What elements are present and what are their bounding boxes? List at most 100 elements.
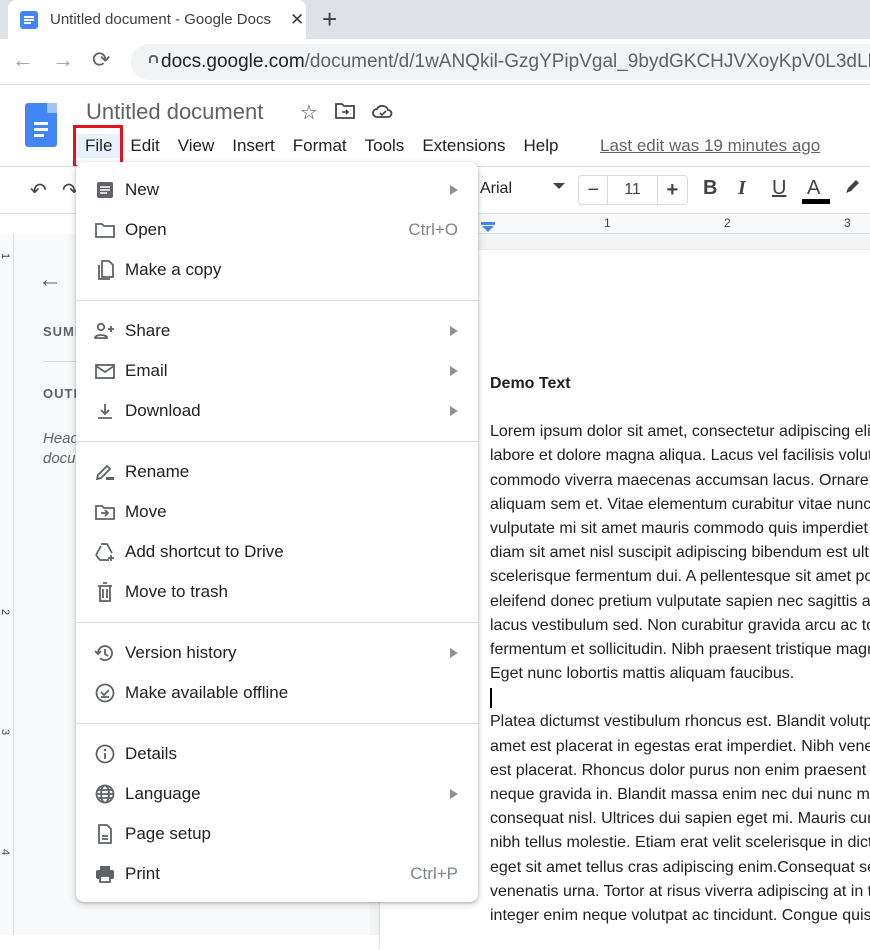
menu-item-page-setup[interactable]: Page setup xyxy=(76,814,478,854)
menu-bar: File Edit View Insert Format Tools Exten… xyxy=(76,134,567,158)
ruler-mark: 1 xyxy=(0,252,12,260)
menu-insert[interactable]: Insert xyxy=(223,134,284,158)
text-line: venenatis urna. Tortor at risus viverra … xyxy=(490,882,870,900)
page-icon xyxy=(92,823,118,845)
history-icon xyxy=(92,642,118,664)
new-tab-button[interactable]: + xyxy=(322,4,337,35)
text-line: aliquam sem et. Vitae elementum curabitu… xyxy=(490,495,870,513)
browser-tab[interactable]: Untitled document - Google Docs ✕ xyxy=(8,0,306,39)
font-name-select[interactable]: Arial xyxy=(480,180,512,198)
submenu-arrow-icon xyxy=(450,789,458,799)
text-color-button[interactable]: A xyxy=(807,177,820,200)
submenu-arrow-icon xyxy=(450,185,458,195)
increase-font-size-button[interactable]: + xyxy=(658,176,687,204)
menu-format[interactable]: Format xyxy=(284,134,356,158)
undo-icon[interactable]: ↶ xyxy=(30,178,47,203)
indent-marker-icon[interactable] xyxy=(480,220,496,232)
menu-item-label: Open xyxy=(125,220,167,239)
menu-item-label: Page setup xyxy=(125,824,212,843)
cloud-saved-icon[interactable] xyxy=(372,102,394,125)
italic-button[interactable]: I xyxy=(738,177,746,200)
reload-icon[interactable]: ⟳ xyxy=(92,47,110,73)
back-arrow-icon[interactable]: ← xyxy=(12,47,34,73)
text-line: Lorem ipsum dolor sit amet, consectetur … xyxy=(490,423,870,441)
mail-icon xyxy=(92,360,118,382)
menu-item-share[interactable]: Share xyxy=(76,311,478,351)
menu-tools[interactable]: Tools xyxy=(356,134,414,158)
font-size-input[interactable]: 11 xyxy=(608,176,658,204)
browser-tab-strip: Untitled document - Google Docs ✕ + xyxy=(0,0,870,39)
move-folder-icon[interactable] xyxy=(335,101,355,125)
menu-item-language[interactable]: Language xyxy=(76,774,478,814)
menu-item-label: Make available offline xyxy=(125,683,289,702)
text-line: diam sit amet nisl suscipit adipiscing b… xyxy=(490,544,870,562)
menu-item-label: Version history xyxy=(125,643,237,662)
document-icon xyxy=(92,179,118,201)
bold-button[interactable]: B xyxy=(703,177,717,200)
menu-item-move[interactable]: Move xyxy=(76,492,478,532)
menu-help[interactable]: Help xyxy=(514,134,567,158)
menu-item-label: New xyxy=(125,180,160,199)
url-field[interactable]: docs.google.com/document/d/1wANQkil-GzgY… xyxy=(131,44,870,80)
menu-separator xyxy=(76,300,478,301)
menu-edit[interactable]: Edit xyxy=(121,134,168,158)
menu-item-rename[interactable]: Rename xyxy=(76,452,478,492)
printer-icon xyxy=(92,863,118,885)
menu-item-open[interactable]: Open Ctrl+O xyxy=(76,210,478,250)
text-line: est placerat. Rhoncus dolor purus non en… xyxy=(490,761,870,779)
submenu-arrow-icon xyxy=(450,648,458,658)
document-body[interactable]: Demo Text Lorem ipsum dolor sit amet, co… xyxy=(490,372,870,928)
menu-item-make-available-offline[interactable]: Make available offline xyxy=(76,673,478,713)
download-icon xyxy=(92,400,118,422)
globe-icon xyxy=(92,783,118,805)
close-outline-arrow-icon[interactable]: ← xyxy=(38,266,62,294)
vertical-ruler[interactable]: 1 2 3 4 xyxy=(0,234,14,935)
url-path: /document/d/1wANQkil-GzgYPipVgal_9bydGKC… xyxy=(304,51,870,72)
close-tab-icon[interactable]: ✕ xyxy=(290,10,304,30)
menu-item-details[interactable]: Details xyxy=(76,734,478,774)
submenu-arrow-icon xyxy=(450,366,458,376)
menu-item-email[interactable]: Email xyxy=(76,351,478,391)
text-color-swatch xyxy=(802,199,830,204)
info-icon xyxy=(92,743,118,765)
menu-item-label: Make a copy xyxy=(125,260,222,279)
menu-item-label: Add shortcut to Drive xyxy=(125,542,284,561)
menu-item-new[interactable]: New xyxy=(76,170,478,210)
menu-item-label: Language xyxy=(125,784,201,803)
last-edit-link[interactable]: Last edit was 19 minutes ago xyxy=(600,136,820,156)
file-menu: New Open Ctrl+O Make a copy Share Email Downlo… xyxy=(76,162,478,902)
forward-arrow-icon[interactable]: → xyxy=(52,47,74,73)
text-line: vulputate mi sit amet mauris commodo qui… xyxy=(490,520,870,538)
paragraph-1: Lorem ipsum dolor sit amet, consectetur … xyxy=(490,420,870,686)
text-line: Platea dictumst vestibulum rhoncus est. … xyxy=(490,713,870,731)
google-docs-logo[interactable] xyxy=(25,103,57,147)
underline-button[interactable]: U xyxy=(772,177,786,200)
menu-item-print[interactable]: Print Ctrl+P xyxy=(76,854,478,894)
highlight-pen-icon[interactable] xyxy=(843,178,861,202)
ruler-mark: 4 xyxy=(0,848,12,856)
menu-item-download[interactable]: Download xyxy=(76,391,478,431)
move-folder-icon xyxy=(92,501,118,523)
text-line: eget sit amet tellus cras adipiscing eni… xyxy=(490,858,870,876)
ruler-mark: 2 xyxy=(0,608,12,616)
menu-view[interactable]: View xyxy=(169,134,224,158)
text-line: scelerisque fermentum dui. A pellentesqu… xyxy=(490,568,870,586)
offline-check-icon xyxy=(92,682,118,704)
decrease-font-size-button[interactable]: − xyxy=(579,176,609,204)
font-dropdown-arrow-icon[interactable] xyxy=(553,183,565,189)
text-cursor xyxy=(490,688,492,709)
menu-extensions[interactable]: Extensions xyxy=(413,134,514,158)
google-docs-favicon xyxy=(20,10,38,29)
menu-separator xyxy=(76,441,478,442)
menu-item-label: Move to trash xyxy=(125,582,228,601)
menu-item-version-history[interactable]: Version history xyxy=(76,633,478,673)
menu-item-move-to-trash[interactable]: Move to trash xyxy=(76,572,478,612)
menu-item-add-shortcut-to-drive[interactable]: Add shortcut to Drive xyxy=(76,532,478,572)
menu-item-label: Download xyxy=(125,401,201,420)
menu-item-label: Move xyxy=(125,502,167,521)
menu-separator xyxy=(76,622,478,623)
document-title[interactable]: Untitled document xyxy=(86,99,263,125)
menu-item-label: Rename xyxy=(125,462,190,481)
menu-item-make-a-copy[interactable]: Make a copy xyxy=(76,250,478,290)
star-icon[interactable]: ☆ xyxy=(300,100,318,125)
